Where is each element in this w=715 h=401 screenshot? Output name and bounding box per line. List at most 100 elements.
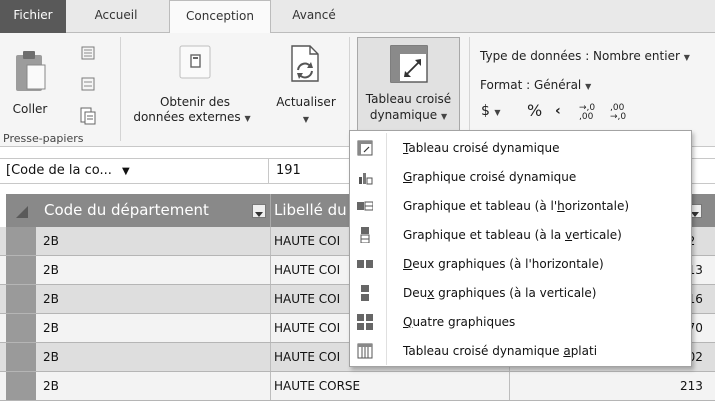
paste-button[interactable]: Coller [6, 39, 76, 129]
label-part: Graphique et tableau (à l' [403, 199, 558, 213]
label-part: plati [570, 344, 598, 358]
label-part: ableau croisé dynamique [408, 141, 560, 155]
menu-item-pivot-table[interactable]: Tableau croisé dynamique [351, 134, 691, 163]
external-data-label-line2: données externes ▼ [128, 110, 256, 126]
refresh-icon [291, 45, 319, 82]
menu-item-pivot-chart[interactable]: Graphique croisé dynamique [351, 163, 691, 192]
filter-button[interactable] [252, 204, 266, 218]
chart-table-vertical-icon [360, 227, 370, 243]
chart-table-horizontal-icon [357, 201, 373, 211]
cell-department-code[interactable]: 2B [43, 227, 263, 255]
menu-item-two-charts-horizontal[interactable]: Deux graphiques (à l'horizontale) [351, 250, 691, 279]
row-selector[interactable] [6, 343, 36, 371]
select-all-corner-icon[interactable] [16, 206, 28, 218]
cell-divider [270, 372, 271, 400]
cell-department-code[interactable]: 2B [43, 256, 263, 284]
chevron-down-icon: ▼ [302, 115, 310, 124]
tab-file[interactable]: Fichier [0, 0, 66, 33]
increase-decimal-button[interactable]: →,0 ,00 [579, 104, 595, 122]
cell-department-code[interactable]: 2B [43, 372, 263, 400]
label-part: eux graphiques (à l'horizontale) [412, 257, 604, 271]
name-box[interactable]: [Code de la co... ▼ [6, 161, 268, 182]
two-charts-vertical-icon [361, 285, 369, 301]
cell-divider [270, 343, 271, 371]
row-selector[interactable] [6, 314, 36, 342]
cell-label[interactable]: HAUTE COI [274, 256, 349, 284]
currency-button[interactable]: $ ▼ [481, 103, 501, 119]
cell-label[interactable]: HAUTE COI [274, 285, 349, 313]
pivot-table-icon [390, 45, 428, 83]
menu-item-label: Graphique croisé dynamique [403, 163, 576, 192]
external-data-label-line1: Obtenir des [159, 95, 231, 109]
filter-dropdown-icon [255, 212, 263, 217]
cell-divider [270, 227, 271, 255]
row-selector[interactable] [6, 285, 36, 313]
pivot-label-line1: Tableau croisé [365, 92, 452, 106]
four-charts-icon [357, 314, 373, 330]
label-part: erticale) [572, 228, 622, 242]
cell-divider [270, 314, 271, 342]
chevron-down-icon: ▼ [440, 112, 448, 121]
tab-home[interactable]: Accueil [80, 0, 152, 33]
decrease-decimal-button[interactable]: ,00 →,0 [610, 104, 626, 122]
formula-value[interactable]: 191 [276, 161, 301, 181]
data-type-dropdown[interactable]: Type de données : Nombre entier ▼ [480, 49, 690, 63]
comma-style-button[interactable]: ‹ [555, 103, 561, 119]
pivot-table-icon [357, 140, 373, 156]
format-dropdown[interactable]: Format : Général ▼ [480, 78, 591, 92]
row-selector[interactable] [6, 372, 36, 400]
ribbon-separator [469, 37, 470, 141]
cell-department-code[interactable]: 2B [43, 285, 263, 313]
table-row[interactable]: 2B HAUTE CORSE 213 [0, 372, 715, 401]
menu-item-label: Quatre graphiques [403, 308, 515, 337]
chevron-down-icon: ▼ [244, 114, 251, 123]
access-key: G [403, 170, 413, 184]
cut-icon[interactable] [80, 45, 96, 61]
row-selector[interactable] [6, 227, 36, 255]
menu-item-label: Deux graphiques (à la verticale) [403, 279, 596, 308]
tab-advanced[interactable]: Avancé [279, 0, 349, 33]
cell-label[interactable]: HAUTE COI [274, 227, 349, 255]
cell-label[interactable]: HAUTE CORSE [274, 372, 504, 400]
menu-item-label: Graphique et tableau (à l'horizontale) [403, 192, 629, 221]
cell-label[interactable]: HAUTE COI [274, 343, 349, 371]
ribbon-separator [120, 37, 121, 141]
label-part: raphique croisé dynamique [412, 170, 577, 184]
cell-label[interactable]: HAUTE COI [274, 314, 349, 342]
cell-department-code[interactable]: 2B [43, 343, 263, 371]
label-part: graphiques (à la verticale) [434, 286, 597, 300]
menu-item-four-charts[interactable]: Quatre graphiques [351, 308, 691, 337]
pivot-label-line2: dynamique ▼ [358, 108, 459, 124]
cell-department-code[interactable]: 2B [43, 314, 263, 342]
ribbon-separator [349, 37, 350, 141]
menu-item-chart-table-horizontal[interactable]: Graphique et tableau (à l'horizontale) [351, 192, 691, 221]
pivot-chart-icon [359, 173, 373, 185]
menu-item-chart-table-vertical[interactable]: Graphique et tableau (à la verticale) [351, 221, 691, 250]
refresh-button[interactable]: Actualiser ▼ [266, 39, 346, 131]
menu-item-two-charts-vertical[interactable]: Deux graphiques (à la verticale) [351, 279, 691, 308]
menu-item-label: Graphique et tableau (à la verticale) [403, 221, 622, 250]
column-header-department-code[interactable]: Code du département [44, 194, 254, 227]
column-divider [270, 194, 271, 227]
percent-button[interactable]: % [527, 101, 542, 120]
access-key: h [557, 199, 565, 213]
copy-icon[interactable] [80, 76, 96, 92]
chevron-down-icon: ▼ [683, 53, 690, 62]
menu-item-label: Deux graphiques (à l'horizontale) [403, 250, 604, 279]
clipboard-group-label: Presse-papiers [3, 132, 84, 145]
data-type-label: Type de données : Nombre entier [480, 49, 680, 63]
tab-design[interactable]: Conception [169, 0, 271, 34]
paste-special-icon[interactable] [80, 107, 96, 125]
label-part: Tableau croisé dynamique [403, 344, 564, 358]
menu-item-flattened-pivot[interactable]: Tableau croisé dynamique aplati [351, 337, 691, 366]
row-selector[interactable] [6, 256, 36, 284]
refresh-label: Actualiser [276, 95, 336, 109]
two-charts-horizontal-icon [357, 260, 373, 268]
pivot-table-dropdown-menu: Tableau croisé dynamique Graphique crois… [349, 130, 692, 367]
external-data-label-line2-text: données externes [133, 110, 241, 124]
cell-number[interactable]: 213 [680, 372, 715, 400]
get-external-data-button[interactable]: Obtenir des données externes ▼ [128, 39, 262, 131]
label-part: Deu [403, 286, 428, 300]
pivot-table-button[interactable]: Tableau croisé dynamique ▼ [357, 37, 460, 131]
clipboard-icon [16, 51, 46, 91]
